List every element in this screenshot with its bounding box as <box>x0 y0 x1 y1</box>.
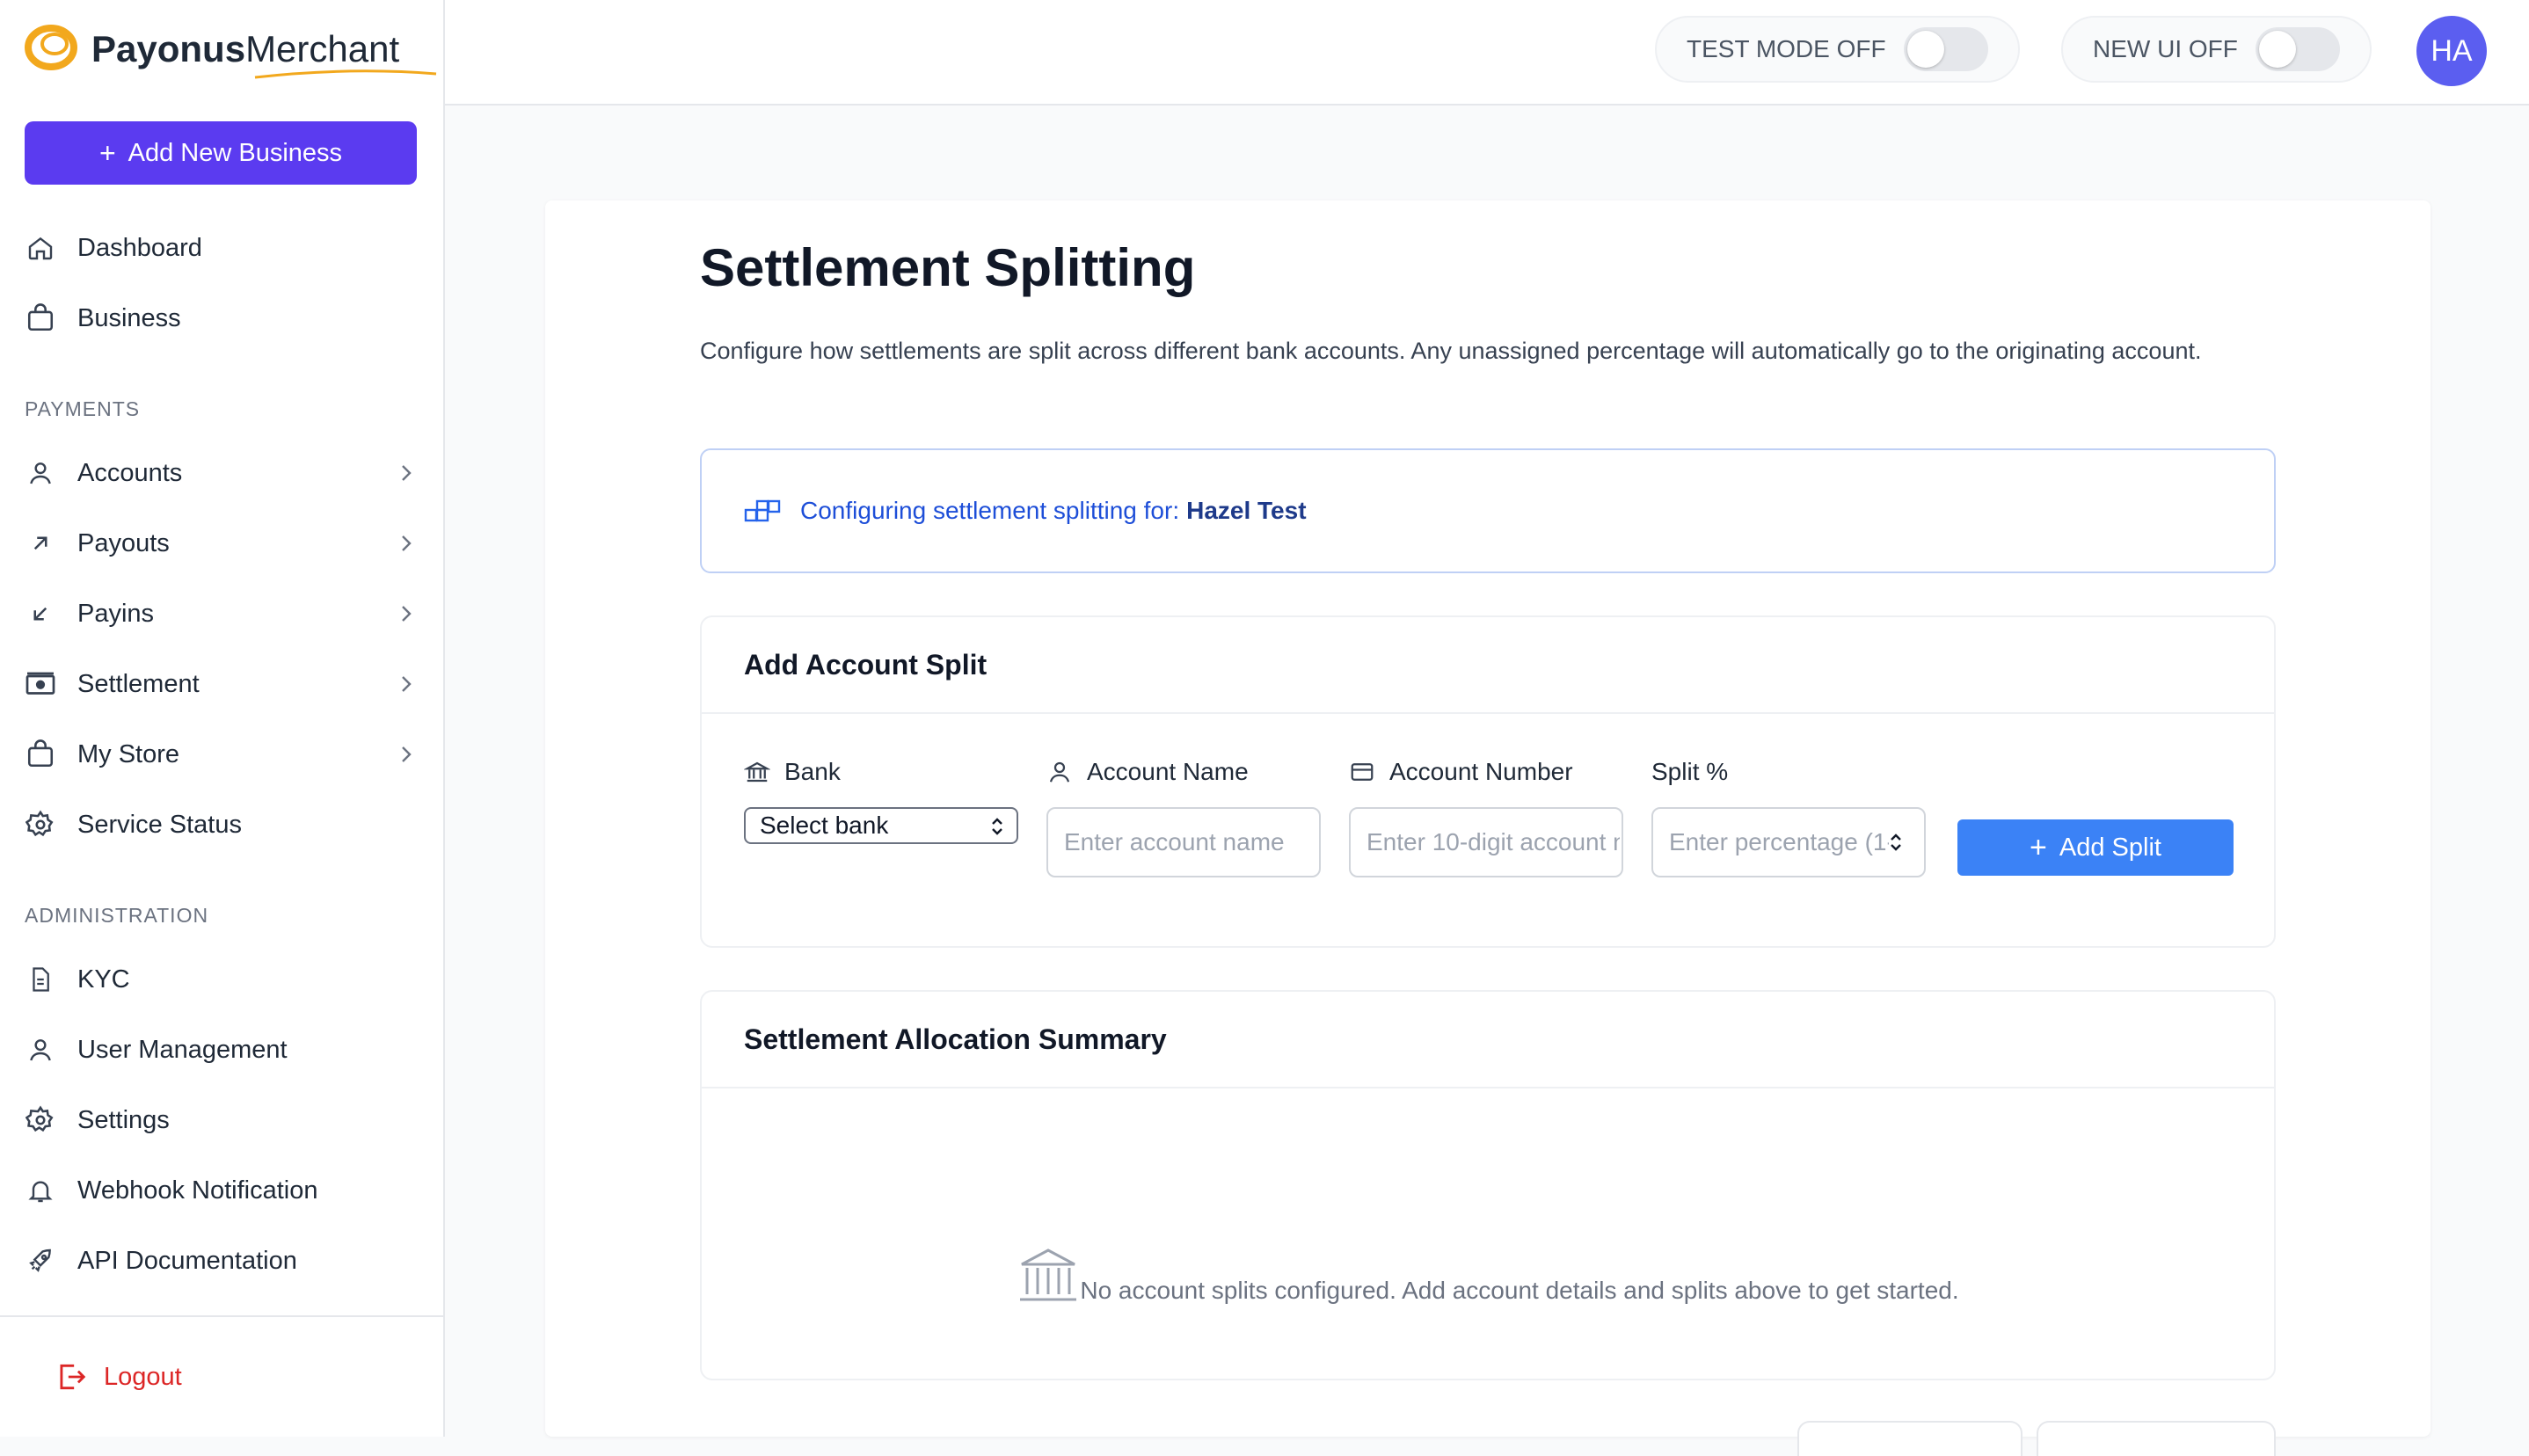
gear-icon <box>25 1104 56 1136</box>
sidebar-item-payouts[interactable]: Payouts <box>25 517 420 570</box>
test-mode-switch[interactable] <box>1903 27 1988 71</box>
primary-action-button[interactable] <box>2037 1421 2276 1456</box>
sidebar-item-accounts[interactable]: Accounts <box>25 447 420 499</box>
chevron-right-icon <box>402 465 412 481</box>
sidebar-item-label: Accounts <box>77 458 183 487</box>
bag-icon <box>25 739 56 770</box>
logout-label: Logout <box>104 1362 182 1391</box>
user-icon <box>25 1034 56 1066</box>
bag-icon <box>25 302 56 334</box>
switch-knob <box>2258 31 2296 68</box>
chevron-right-icon <box>402 746 412 762</box>
sidebar-item-payins[interactable]: Payins <box>25 587 420 640</box>
administration-section-label: ADMINISTRATION <box>25 904 209 927</box>
sidebar-item-settlement[interactable]: Settlement <box>25 658 420 710</box>
sidebar-item-business[interactable]: Business <box>25 292 420 345</box>
user-icon <box>1049 761 1070 783</box>
select-arrows-icon <box>992 818 1002 835</box>
new-ui-switch[interactable] <box>2255 27 2340 71</box>
chevron-right-icon <box>402 535 412 551</box>
sidebar-item-label: Service Status <box>77 810 242 839</box>
plus-icon: + <box>98 136 116 169</box>
bank-select-value: Select bank <box>760 812 889 839</box>
split-percent-field-label: Split % <box>1651 758 1729 785</box>
test-mode-label: TEST MODE OFF <box>1687 35 1886 62</box>
logo-icon <box>25 25 77 70</box>
sidebar-item-api-documentation[interactable]: API Documentation <box>25 1234 420 1287</box>
sidebar-item-label: Dashboard <box>77 233 202 262</box>
sidebar-item-label: API Documentation <box>77 1246 297 1275</box>
add-split-button[interactable]: + Add Split <box>1957 819 2234 876</box>
sidebar-item-label: Settlement <box>77 669 200 698</box>
sidebar-item-label: Business <box>77 303 181 332</box>
page-description: Configure how settlements are split acro… <box>700 338 2202 364</box>
new-ui-label: NEW UI OFF <box>2093 35 2238 62</box>
logout-icon <box>60 1364 86 1390</box>
brand-name: PayonusMerchant <box>91 28 400 69</box>
avatar[interactable]: HA <box>2416 16 2487 86</box>
empty-state: No account splits configured. Add accoun… <box>702 1247 2274 1305</box>
sidebar-item-label: User Management <box>77 1035 288 1064</box>
sidebar-item-service-status[interactable]: Service Status <box>25 798 420 851</box>
page-title: Settlement Splitting <box>700 238 1196 297</box>
sidebar-item-webhook-notification[interactable]: Webhook Notification <box>25 1164 420 1217</box>
gear-icon <box>25 809 56 841</box>
account-name-input[interactable] <box>1046 807 1321 877</box>
brand-logo[interactable]: PayonusMerchant <box>23 21 437 79</box>
add-split-label: Add Split <box>2059 833 2161 862</box>
payments-section-label: PAYMENTS <box>25 397 141 420</box>
bank-icon <box>1020 1249 1077 1301</box>
sidebar-item-label: Payouts <box>77 528 170 557</box>
bell-icon <box>25 1175 56 1206</box>
logo-swoosh <box>254 69 437 79</box>
arrow-down-left-icon <box>25 598 56 630</box>
settlement-allocation-summary-panel: Settlement Allocation Summary No account… <box>700 990 2276 1380</box>
add-account-split-panel: Add Account Split Bank Select bank Accou… <box>700 615 2276 948</box>
sidebar-item-label: Settings <box>77 1105 170 1134</box>
arrow-up-right-icon <box>25 528 56 559</box>
sidebar-item-settings[interactable]: Settings <box>25 1094 420 1147</box>
bank-select[interactable]: Select bank <box>744 807 1018 844</box>
business-info-banner: Configuring settlement splitting for: Ha… <box>700 448 2276 573</box>
home-icon <box>25 232 56 264</box>
card-icon <box>1351 763 1374 781</box>
sidebar-item-dashboard[interactable]: Dashboard <box>25 222 420 274</box>
logout-button[interactable]: Logout <box>55 1350 182 1403</box>
add-account-split-title: Add Account Split <box>702 617 2274 714</box>
sidebar-divider <box>0 1315 443 1317</box>
test-mode-toggle[interactable]: TEST MODE OFF <box>1655 16 2020 83</box>
empty-state-text: No account splits configured. Add accoun… <box>1080 1277 1959 1304</box>
split-icon <box>744 499 781 522</box>
bank-field-label: Bank <box>744 758 841 786</box>
sidebar-item-label: My Store <box>77 739 180 768</box>
summary-title: Settlement Allocation Summary <box>702 992 2274 1088</box>
sidebar-item-my-store[interactable]: My Store <box>25 728 420 781</box>
sidebar-item-user-management[interactable]: User Management <box>25 1023 420 1076</box>
sidebar-item-label: Payins <box>77 599 155 628</box>
account-number-field-label: Account Number <box>1349 758 1573 786</box>
sidebar-item-kyc[interactable]: KYC <box>25 953 420 1006</box>
account-name-field-label: Account Name <box>1046 758 1249 786</box>
secondary-action-button[interactable] <box>1797 1421 2022 1456</box>
plus-icon: + <box>2030 831 2047 864</box>
sidebar-item-label: KYC <box>77 965 130 994</box>
cash-icon <box>25 668 56 700</box>
info-prefix: Configuring settlement splitting for: <box>800 497 1180 524</box>
user-icon <box>25 457 56 489</box>
chevron-right-icon <box>402 606 412 622</box>
sidebar: PayonusMerchant + Add New Business Dashb… <box>0 0 445 1437</box>
document-icon <box>25 964 56 995</box>
sidebar-item-label: Webhook Notification <box>77 1176 318 1205</box>
account-number-input[interactable] <box>1349 807 1623 877</box>
business-name: Hazel Test <box>1186 497 1307 524</box>
number-stepper-icon[interactable] <box>1885 828 1906 856</box>
bank-icon <box>744 761 770 783</box>
switch-knob <box>1906 31 1944 68</box>
add-new-business-label: Add New Business <box>128 138 343 167</box>
top-bar: TEST MODE OFF NEW UI OFF <box>445 0 2529 106</box>
chevron-right-icon <box>402 676 412 692</box>
new-ui-toggle[interactable]: NEW UI OFF <box>2061 16 2372 83</box>
add-new-business-button[interactable]: + Add New Business <box>25 121 417 185</box>
rocket-icon <box>25 1245 56 1277</box>
